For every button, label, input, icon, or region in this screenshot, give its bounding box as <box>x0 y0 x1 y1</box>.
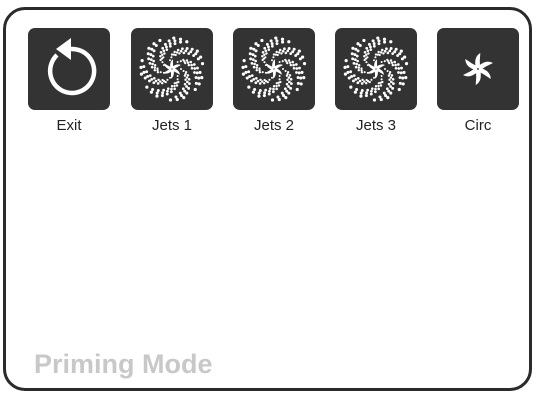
jets-1-button[interactable]: Jets 1 <box>131 28 213 134</box>
circ-button[interactable]: Circ <box>437 28 519 134</box>
jets-1-tile[interactable] <box>131 28 213 110</box>
circ-label: Circ <box>464 117 492 134</box>
jets-3-label: Jets 3 <box>355 117 397 134</box>
exit-label: Exit <box>56 117 82 134</box>
jets-2-label: Jets 2 <box>253 117 295 134</box>
control-panel-screen: Exit Jets 1 Jets 2 Jets 3 Circ Priming M… <box>3 7 532 391</box>
mode-title: Priming Mode <box>34 349 213 379</box>
jets-3-tile[interactable] <box>335 28 417 110</box>
jets-icon <box>139 36 205 102</box>
circ-icon <box>463 53 493 85</box>
circ-tile[interactable] <box>437 28 519 110</box>
jets-2-button[interactable]: Jets 2 <box>233 28 315 134</box>
jets-1-label: Jets 1 <box>151 117 193 134</box>
exit-icon <box>47 38 97 96</box>
button-row: Exit Jets 1 Jets 2 Jets 3 Circ <box>6 10 529 150</box>
jets-2-tile[interactable] <box>233 28 315 110</box>
exit-tile[interactable] <box>28 28 110 110</box>
jets-icon <box>343 36 409 102</box>
jets-3-button[interactable]: Jets 3 <box>335 28 417 134</box>
jets-icon <box>241 36 307 102</box>
exit-button[interactable]: Exit <box>28 28 110 134</box>
